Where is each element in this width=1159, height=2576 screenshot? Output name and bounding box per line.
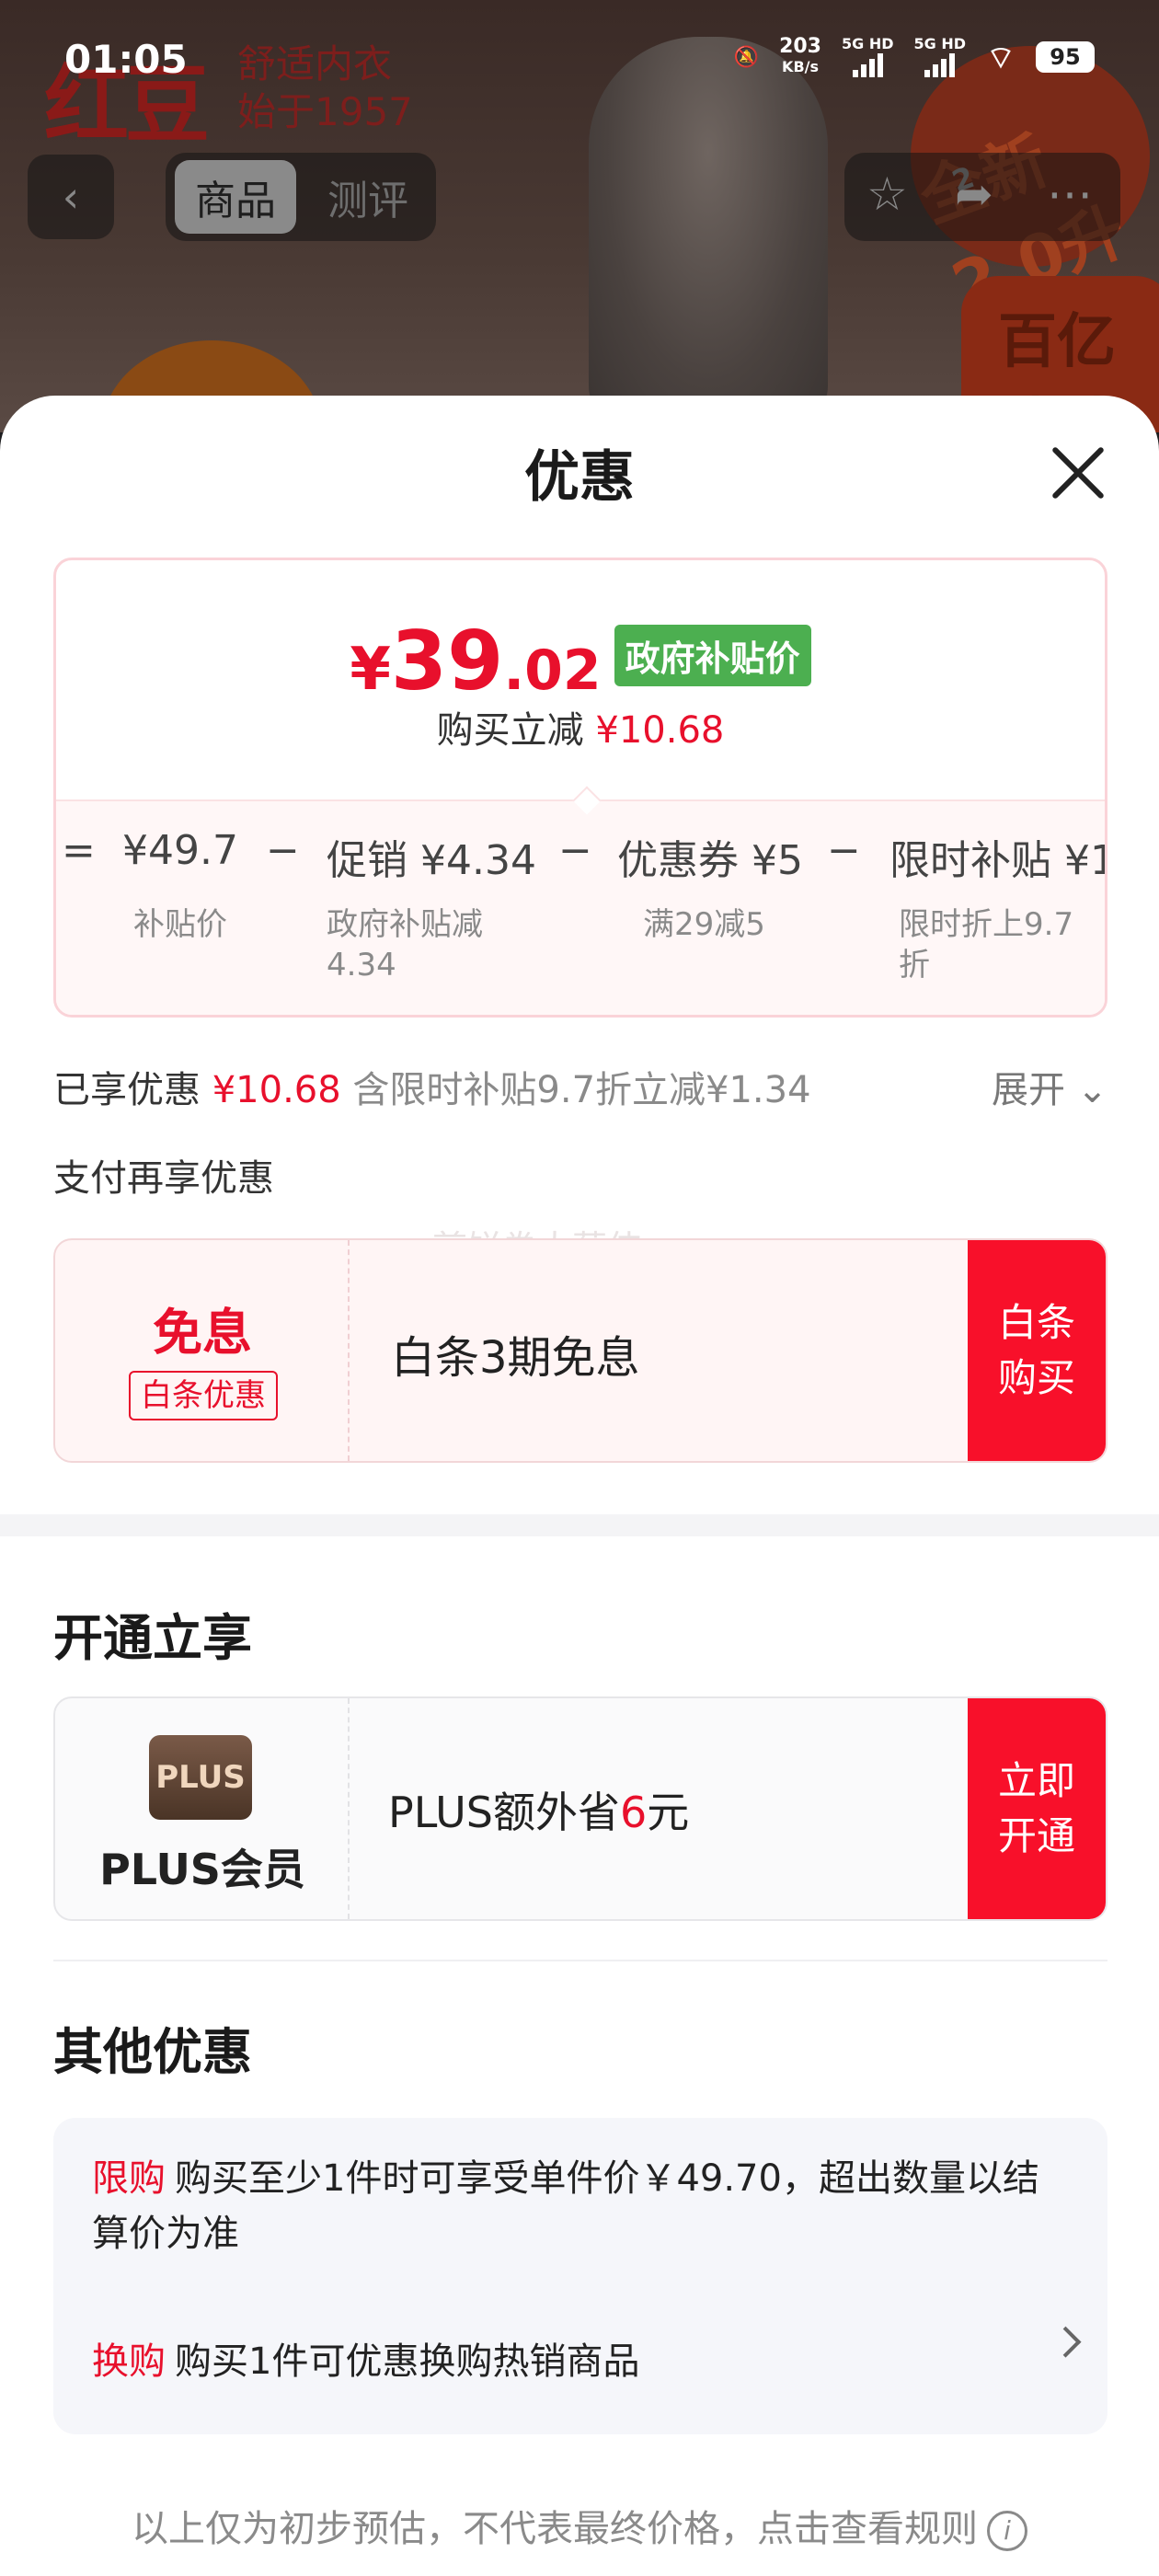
interest-free-label: 免息 [153, 1304, 252, 1362]
subsidy-price: ¥49.7 [122, 827, 238, 874]
limited-subsidy: 限时补贴 ¥1. [889, 837, 1107, 884]
pay-more-title: 支付再享优惠 [53, 1157, 274, 1200]
battery-icon: 95 [1036, 41, 1095, 73]
signal-icon: 5G HD [842, 37, 894, 77]
signal-icon: 5G HD [914, 37, 966, 77]
coupon-discount: 优惠券 ¥5 [617, 837, 803, 884]
plus-logo: PLUS [149, 1735, 252, 1820]
share-icon[interactable]: ➦ [955, 167, 993, 221]
final-price: ¥ 39 .02 政府补贴价 [56, 614, 1105, 708]
purchase-limit-row: 限购 购买至少1件时可享受单件价￥49.70，超出数量以结算价为准 [92, 2157, 1039, 2255]
page-tabs: 商品 测评 [166, 153, 436, 241]
open-section-title: 开通立享 [53, 1609, 252, 1667]
coupon-desc: 白条3期免息 [391, 1332, 640, 1384]
subsidy-price-label: 补贴价 [133, 906, 227, 943]
baitiao-buy-button[interactable]: 白条 购买 [968, 1240, 1106, 1461]
price-card: ¥ 39 .02 政府补贴价 购买立减 ¥10.68 = ¥49.7 补贴价 −… [53, 558, 1107, 1018]
toolbar-actions: ☆ ➦ ⋯ [844, 153, 1120, 241]
wifi-icon: ⌔ [986, 39, 1016, 76]
instant-reduction: 购买立减 ¥10.68 [436, 709, 725, 752]
chevron-right-icon[interactable] [1050, 2326, 1082, 2358]
back-button[interactable]: ‹ [28, 155, 114, 239]
rules-footer[interactable]: 以上仅为初步预估，不代表最终价格，点击查看规则 i [0, 2499, 1159, 2552]
open-plus-button[interactable]: 立即 开通 [968, 1698, 1106, 1919]
equals-sign: = [62, 827, 96, 874]
section-divider [0, 1514, 1159, 1536]
minus-sign: − [558, 827, 592, 874]
promo-discount-label: 政府补贴减 4.34 [327, 906, 483, 983]
info-icon[interactable]: i [987, 2511, 1027, 2551]
limited-subsidy-label: 限时折上9.7折 [899, 906, 1074, 983]
baitiao-coupon-card[interactable]: 免息 白条优惠 白条3期免息 白条 购买 [53, 1238, 1107, 1463]
other-offers: 限购 购买至少1件时可享受单件价￥49.70，超出数量以结算价为准 换购 购买1件可… [53, 2118, 1107, 2434]
tab-product[interactable]: 商品 [175, 160, 296, 234]
more-icon[interactable]: ⋯ [1047, 167, 1093, 221]
baitiao-tag: 白条优惠 [129, 1371, 278, 1420]
promo-discount: 促销 ¥4.34 [327, 837, 536, 884]
plus-card[interactable]: PLUS PLUS会员 PLUS额外省6元 立即 开通 [53, 1696, 1107, 1921]
expand-button[interactable]: 展开 ⌄ [992, 1060, 1107, 1113]
chevron-left-icon: ‹ [62, 172, 80, 222]
star-icon[interactable]: ☆ [866, 167, 908, 221]
divider [53, 1960, 1107, 1961]
minus-sign: − [266, 827, 300, 874]
close-icon[interactable] [1049, 443, 1107, 502]
chevron-down-icon: ⌄ [1076, 1069, 1108, 1111]
coupon-discount-label: 满29减5 [643, 906, 765, 943]
exchange-row[interactable]: 换购 购买1件可优惠换购热销商品 [92, 2331, 639, 2385]
clock: 01:05 [64, 37, 188, 82]
minus-sign: − [827, 827, 861, 874]
tab-review[interactable]: 测评 [313, 160, 423, 234]
network-speed: 203 KB/s [779, 35, 821, 76]
mute-icon: 🔕 [733, 45, 760, 69]
other-section-title: 其他优惠 [53, 2023, 252, 2081]
gov-subsidy-tag: 政府补贴价 [614, 625, 811, 686]
sheet-title: 优惠 [524, 445, 635, 510]
enjoyed-discount: 已享优惠 ¥10.68 含限时补贴9.7折立减¥1.34 [53, 1069, 811, 1111]
price-breakdown: = ¥49.7 补贴价 − 促销 ¥4.34 政府补贴减 4.34 − 优惠券 ¥… [56, 827, 1105, 1011]
plus-desc: PLUS额外省6元 [388, 1788, 690, 1837]
discount-sheet: 优惠 ¥ 39 .02 政府补贴价 购买立减 ¥10.68 = ¥49.7 补贴… [0, 396, 1159, 2576]
status-bar: 01:05 🔕 203 KB/s 5G HD 5G HD ⌔ 95 [0, 0, 1159, 120]
plus-member-label: PLUS会员 [99, 1845, 305, 1894]
